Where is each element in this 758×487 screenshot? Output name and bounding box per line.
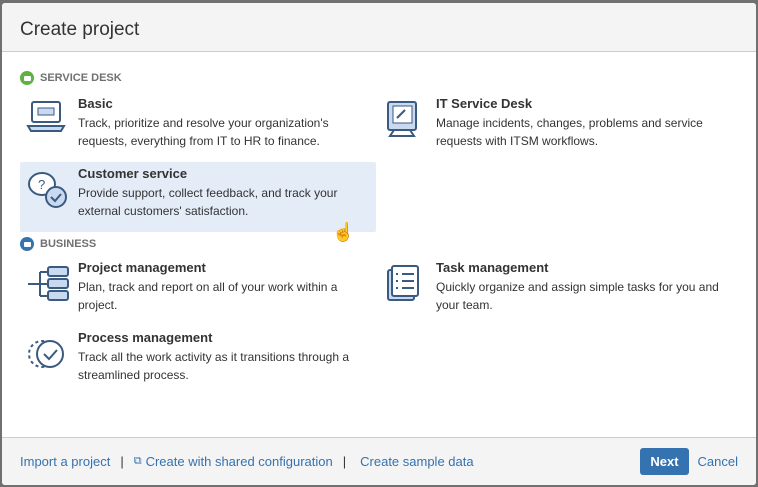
checklist-icon	[384, 260, 436, 322]
item-description: Quickly organize and assign simple tasks…	[436, 280, 719, 312]
section-label: BUSINESS	[40, 238, 97, 250]
sample-data-link[interactable]: Create sample data	[360, 454, 473, 469]
import-project-link[interactable]: Import a project	[20, 454, 110, 469]
section-business: BUSINESS	[20, 234, 738, 254]
cancel-link[interactable]: Cancel	[698, 454, 738, 469]
item-description: Manage incidents, changes, problems and …	[436, 116, 703, 148]
process-check-icon	[26, 330, 78, 392]
item-description: Track, prioritize and resolve your organ…	[78, 116, 329, 148]
dialog-footer: Import a project | ⧉ Create with shared …	[2, 437, 756, 485]
service-desk-icon	[20, 71, 34, 85]
item-description: Provide support, collect feedback, and t…	[78, 186, 338, 218]
item-name: Project management	[78, 260, 206, 275]
project-type-task-management[interactable]: Task management Quickly organize and assi…	[378, 256, 734, 326]
item-description: Plan, track and report on all of your wo…	[78, 280, 338, 312]
separator: |	[120, 454, 124, 469]
project-type-project-management[interactable]: Project management Plan, track and report…	[20, 256, 376, 326]
project-type-basic[interactable]: Basic Track, prioritize and resolve your …	[20, 92, 376, 162]
business-icon	[20, 237, 34, 251]
project-type-it-service-desk[interactable]: IT Service Desk Manage incidents, changes…	[378, 92, 734, 162]
project-type-process-management[interactable]: Process management Track all the work act…	[20, 326, 376, 396]
next-button[interactable]: Next	[640, 448, 689, 475]
item-name: IT Service Desk	[436, 96, 533, 111]
create-project-dialog: Create project SERVICE DESK Basic Track, …	[2, 3, 756, 485]
chat-bubbles-icon: ?	[26, 166, 78, 228]
hierarchy-icon	[26, 260, 78, 322]
laptop-icon	[26, 96, 78, 158]
dialog-header: Create project	[2, 3, 756, 52]
svg-text:?: ?	[38, 177, 45, 192]
item-name: Basic	[78, 96, 113, 111]
item-name: Customer service	[78, 166, 188, 181]
section-service-desk: SERVICE DESK	[20, 68, 738, 88]
separator: |	[342, 454, 347, 469]
hand-cursor-icon: ☝	[332, 222, 355, 242]
shared-configuration-link[interactable]: Create with shared configuration	[146, 454, 333, 469]
item-name: Task management	[436, 260, 549, 275]
copy-icon: ⧉	[133, 455, 142, 467]
dialog-title: Create project	[20, 19, 140, 40]
section-label: SERVICE DESK	[40, 72, 122, 84]
item-name: Process management	[78, 330, 213, 345]
item-description: Track all the work activity as it transi…	[78, 350, 349, 382]
monitor-icon	[384, 96, 436, 158]
project-type-customer-service[interactable]: ? Customer service Provide support, colle…	[20, 162, 376, 232]
